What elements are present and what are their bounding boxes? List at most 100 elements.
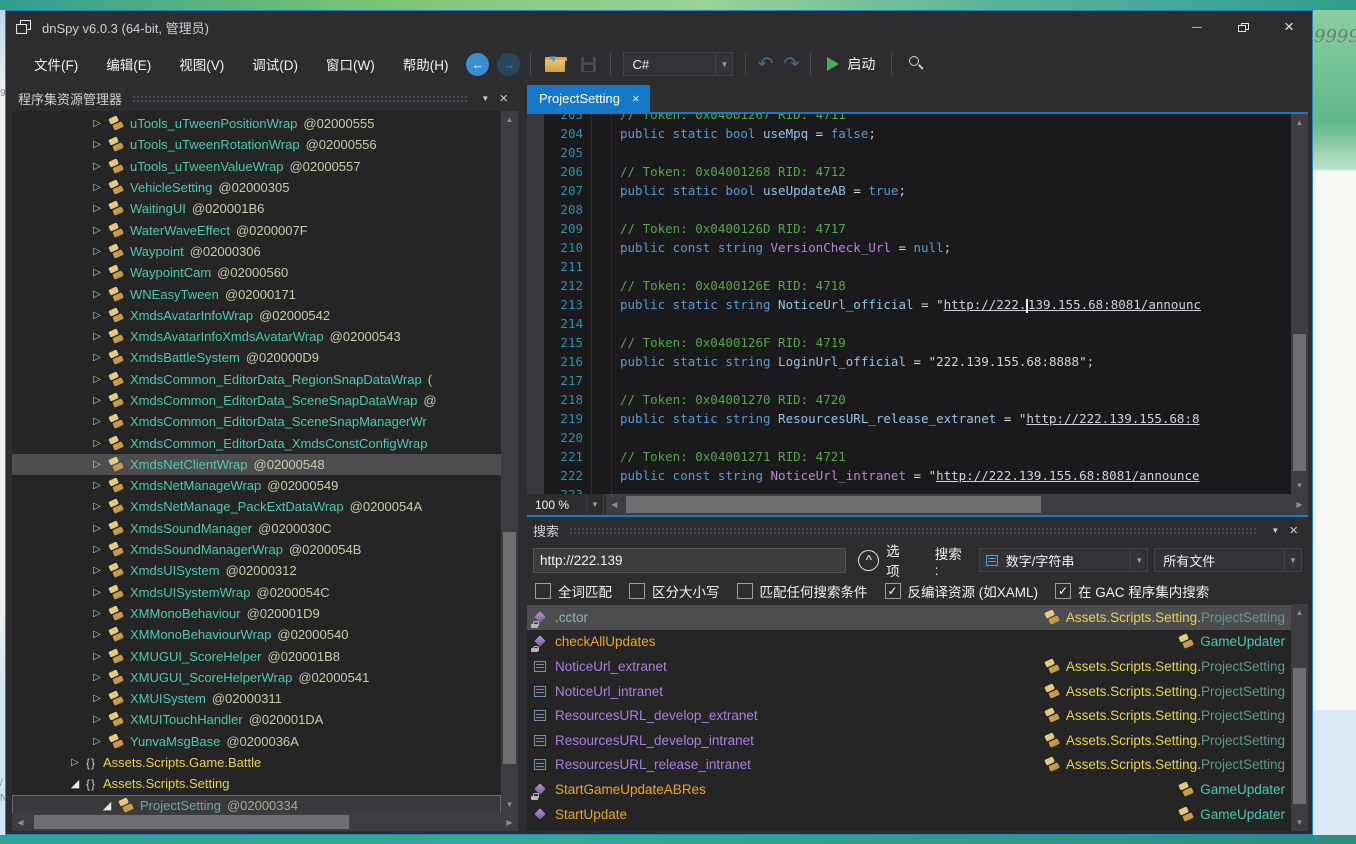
tree-item-XmdsUISystem[interactable]: ▷XmdsUISystem@02000312	[12, 560, 501, 581]
code-line-213[interactable]: 213public static string NoticeUrl_offici…	[527, 295, 1291, 314]
minimize-button[interactable]: —	[1174, 11, 1220, 43]
code-line-212[interactable]: 212// Token: 0x0400126E RID: 4718	[527, 276, 1291, 295]
search-file-filter[interactable]: 所有文件 ▼	[1154, 548, 1302, 572]
search-result-ResourcesURL_release_intranet[interactable]: ResourcesURL_release_intranetAssets.Scri…	[527, 753, 1291, 778]
checkbox-checked[interactable]: ✓	[1055, 583, 1071, 599]
tree-item-XmdsCommon_EditorData_XmdsConstConfigWrap[interactable]: ▷XmdsCommon_EditorData_XmdsConstConfigWr…	[12, 432, 501, 453]
tree-item-XmdsSoundManager[interactable]: ▷XmdsSoundManager@0200030C	[12, 518, 501, 539]
code-line-203[interactable]: 203// Token: 0x04001267 RID: 4711	[527, 114, 1291, 124]
expander-collapsed-icon[interactable]: ▷	[90, 374, 104, 385]
start-debug-icon[interactable]	[827, 57, 839, 71]
tree-item-XmdsNetManageWrap[interactable]: ▷XmdsNetManageWrap@02000549	[12, 475, 501, 496]
tree-item-WaitingUI[interactable]: ▷WaitingUI@020001B6	[12, 198, 501, 219]
tree-item-ProjectSetting[interactable]: ◢ProjectSetting@02000334	[12, 795, 501, 814]
tree-scroll-thumb[interactable]	[503, 532, 516, 764]
results-scroll-thumb[interactable]	[1293, 668, 1306, 804]
expander-collapsed-icon[interactable]: ▷	[90, 416, 104, 427]
expander-collapsed-icon[interactable]: ▷	[90, 161, 104, 172]
editor-vertical-scrollbar[interactable]: ▲ ▼	[1291, 114, 1308, 494]
checkbox-unchecked[interactable]	[535, 583, 551, 599]
editor-horizontal-scrollbar[interactable]: ◀ ▶	[606, 494, 1308, 515]
tab-projectsetting[interactable]: ProjectSetting ×	[527, 85, 650, 112]
expander-collapsed-icon[interactable]: ▷	[90, 629, 104, 640]
search-result-NoticeUrl_intranet[interactable]: NoticeUrl_intranetAssets.Scripts.Setting…	[527, 679, 1291, 704]
scroll-right-arrow[interactable]: ▶	[1291, 494, 1308, 515]
tree-item-WaterWaveEffect[interactable]: ▷WaterWaveEffect@0200007F	[12, 219, 501, 240]
expander-collapsed-icon[interactable]: ▷	[90, 651, 104, 662]
expander-collapsed-icon[interactable]: ▷	[90, 523, 104, 534]
code-line-217[interactable]: 217	[527, 371, 1291, 390]
editor-hscroll-thumb[interactable]	[626, 496, 1041, 513]
search-result-checkAllUpdates[interactable]: checkAllUpdatesGameUpdater	[527, 630, 1291, 655]
options-toggle-icon[interactable]: ^	[858, 550, 879, 571]
code-line-209[interactable]: 209// Token: 0x0400126D RID: 4717	[527, 219, 1291, 238]
code-line-220[interactable]: 220	[527, 428, 1291, 447]
code-line-204[interactable]: 204public static bool useMpq = false;	[527, 124, 1291, 143]
code-line-207[interactable]: 207public static bool useUpdateAB = true…	[527, 181, 1291, 200]
menu-item-4[interactable]: 窗口(W)	[312, 52, 389, 79]
code-line-214[interactable]: 214	[527, 314, 1291, 333]
expander-expanded-icon[interactable]: ◢	[68, 777, 82, 790]
expander-collapsed-icon[interactable]: ▷	[90, 608, 104, 619]
expander-collapsed-icon[interactable]: ▷	[90, 246, 104, 257]
search-type-filter[interactable]: 数字/字符串 ▼	[979, 548, 1148, 572]
search-result-StartUpdate[interactable]: StartUpdateGameUpdater	[527, 802, 1291, 827]
expander-collapsed-icon[interactable]: ▷	[90, 480, 104, 491]
tree-item-uTools_uTweenPositionWrap[interactable]: ▷uTools_uTweenPositionWrap@02000555	[12, 113, 501, 134]
expander-collapsed-icon[interactable]: ▷	[68, 757, 82, 768]
expander-collapsed-icon[interactable]: ▷	[90, 587, 104, 598]
language-selector[interactable]: C# ▼	[623, 52, 733, 76]
code-line-221[interactable]: 221// Token: 0x04001271 RID: 4721	[527, 447, 1291, 466]
scroll-down-arrow[interactable]: ▼	[1291, 477, 1308, 494]
redo-icon[interactable]: ↷	[783, 55, 799, 74]
code-editor[interactable]: 203// Token: 0x04001267 RID: 4711204publ…	[527, 114, 1308, 494]
tree-item-Waypoint[interactable]: ▷Waypoint@02000306	[12, 241, 501, 262]
code-line-211[interactable]: 211	[527, 257, 1291, 276]
tree-item-VehicleSetting[interactable]: ▷VehicleSetting@02000305	[12, 177, 501, 198]
close-button[interactable]: ×	[1266, 11, 1312, 43]
tree-item-WaypointCam[interactable]: ▷WaypointCam@02000560	[12, 262, 501, 283]
tree-item-XMUITouchHandler[interactable]: ▷XMUITouchHandler@020001DA	[12, 709, 501, 730]
search-result-.cctor[interactable]: .cctorAssets.Scripts.Setting.ProjectSett…	[527, 605, 1291, 630]
scroll-right-arrow[interactable]: ▶	[501, 813, 518, 831]
tree-item-XmdsSoundManagerWrap[interactable]: ▷XmdsSoundManagerWrap@0200054B	[12, 539, 501, 560]
expander-collapsed-icon[interactable]: ▷	[90, 310, 104, 321]
zoom-dropdown-icon[interactable]: ▼	[587, 494, 604, 515]
scroll-up-arrow[interactable]: ▲	[501, 111, 518, 128]
tree-item-XMUISystem[interactable]: ▷XMUISystem@02000311	[12, 688, 501, 709]
expander-collapsed-icon[interactable]: ▷	[90, 501, 104, 512]
expander-collapsed-icon[interactable]: ▷	[90, 352, 104, 363]
code-line-219[interactable]: 219public static string ResourcesURL_rel…	[527, 409, 1291, 428]
code-line-208[interactable]: 208	[527, 200, 1291, 219]
expander-collapsed-icon[interactable]: ▷	[90, 139, 104, 150]
scroll-down-arrow[interactable]: ▼	[1291, 814, 1308, 831]
tree-hscroll-thumb[interactable]	[34, 815, 349, 829]
menu-item-5[interactable]: 帮助(H)	[389, 52, 463, 79]
navigate-forward-button[interactable]: →	[497, 53, 520, 76]
expander-collapsed-icon[interactable]: ▷	[90, 459, 104, 470]
tree-item-XmdsCommon_EditorData_SceneSnapManagerWr[interactable]: ▷XmdsCommon_EditorData_SceneSnapManagerW…	[12, 411, 501, 432]
panel-menu-icon[interactable]: ▼	[1265, 526, 1285, 535]
expander-expanded-icon[interactable]: ◢	[100, 799, 114, 812]
search-result-ResourcesURL_develop_intranet[interactable]: ResourcesURL_develop_intranetAssets.Scri…	[527, 728, 1291, 753]
tree-item-XmdsCommon_EditorData_SceneSnapDataWrap[interactable]: ▷XmdsCommon_EditorData_SceneSnapDataWrap…	[12, 390, 501, 411]
tree-item-uTools_uTweenRotationWrap[interactable]: ▷uTools_uTweenRotationWrap@02000556	[12, 134, 501, 155]
code-line-218[interactable]: 218// Token: 0x04001270 RID: 4720	[527, 390, 1291, 409]
menu-item-1[interactable]: 编辑(E)	[92, 52, 165, 79]
code-line-210[interactable]: 210public const string VersionCheck_Url …	[527, 238, 1291, 257]
tree-vertical-scrollbar[interactable]: ▲ ▼	[501, 111, 518, 813]
expander-collapsed-icon[interactable]: ▷	[90, 225, 104, 236]
results-vertical-scrollbar[interactable]: ▲ ▼	[1291, 604, 1308, 831]
save-all-icon[interactable]	[581, 57, 596, 72]
menu-item-3[interactable]: 调试(D)	[238, 52, 312, 79]
panel-splitter[interactable]	[518, 85, 527, 831]
search-result-StartGameUpdateABRes[interactable]: StartGameUpdateABResGameUpdater	[527, 777, 1291, 802]
code-line-222[interactable]: 222public const string NoticeUrl_intrane…	[527, 466, 1291, 485]
tree-item-XMUGUI_ScoreHelper[interactable]: ▷XMUGUI_ScoreHelper@020001B8	[12, 645, 501, 666]
chevron-down-icon[interactable]: ▼	[1130, 549, 1147, 571]
tree-item-uTools_uTweenValueWrap[interactable]: ▷uTools_uTweenValueWrap@02000557	[12, 156, 501, 177]
tree-item-XMMonoBehaviour[interactable]: ▷XMMonoBehaviour@020001D9	[12, 603, 501, 624]
code-line-215[interactable]: 215// Token: 0x0400126F RID: 4719	[527, 333, 1291, 352]
restore-button[interactable]	[1220, 11, 1266, 43]
undo-icon[interactable]: ↶	[757, 55, 773, 74]
